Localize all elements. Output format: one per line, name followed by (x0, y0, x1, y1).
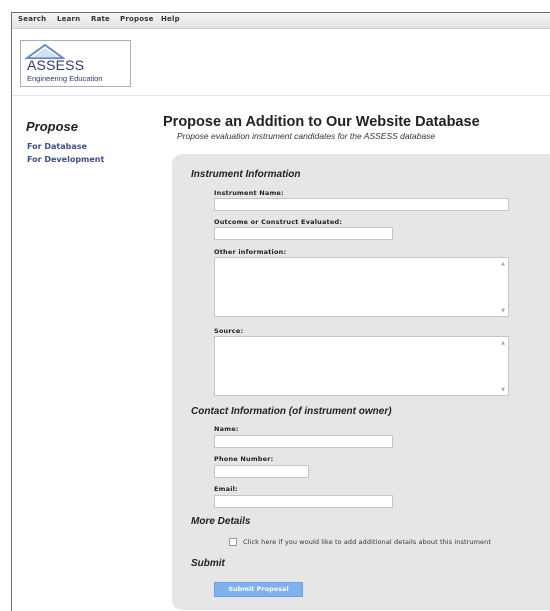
assess-logo[interactable]: ASSESS Engineering Education (20, 40, 131, 87)
source-label: Source: (214, 327, 244, 335)
phone-label: Phone Number: (214, 455, 274, 463)
browser-page: Search Learn Rate Propose Help ASSESS En… (11, 12, 550, 611)
nav-learn[interactable]: Learn (57, 15, 80, 23)
nav-propose[interactable]: Propose (120, 15, 154, 23)
section-more-details: More Details (191, 516, 251, 527)
scroll-down-icon[interactable]: ▼ (501, 387, 505, 393)
nav-search[interactable]: Search (18, 15, 46, 23)
sidebar-link-database[interactable]: For Database (27, 142, 87, 151)
scroll-up-icon[interactable]: ▲ (501, 261, 505, 267)
outcome-input[interactable] (214, 227, 393, 240)
other-info-label: Other information: (214, 248, 287, 256)
page-title: Propose an Addition to Our Website Datab… (163, 114, 480, 130)
proposal-form-panel: Instrument Information Instrument Name: … (172, 154, 550, 610)
name-input[interactable] (214, 435, 393, 448)
email-label: Email: (214, 485, 238, 493)
submit-proposal-button[interactable]: Submit Proposal (214, 582, 303, 597)
logo-title: ASSESS (27, 57, 85, 73)
additional-details-label[interactable]: Click here if you would like to add addi… (243, 538, 491, 546)
phone-input[interactable] (214, 465, 309, 478)
sidebar-title: Propose (26, 119, 79, 134)
top-nav: Search Learn Rate Propose Help (12, 13, 550, 29)
nav-rate[interactable]: Rate (91, 15, 110, 23)
other-info-textarea[interactable]: ▲ ▼ (214, 257, 509, 317)
instrument-name-label: Instrument Name: (214, 189, 284, 197)
section-submit: Submit (191, 558, 225, 569)
additional-details-checkbox[interactable] (229, 538, 237, 546)
scroll-up-icon[interactable]: ▲ (501, 340, 505, 346)
nav-help[interactable]: Help (161, 15, 180, 23)
scroll-down-icon[interactable]: ▼ (501, 308, 505, 314)
email-input[interactable] (214, 495, 393, 508)
section-contact-info: Contact Information (of instrument owner… (191, 406, 392, 417)
section-instrument-info: Instrument Information (191, 169, 301, 180)
source-textarea[interactable]: ▲ ▼ (214, 336, 509, 396)
page-subtitle: Propose evaluation instrument candidates… (177, 131, 436, 141)
outcome-label: Outcome or Construct Evaluated: (214, 218, 343, 226)
instrument-name-input[interactable] (214, 198, 509, 211)
name-label: Name: (214, 425, 239, 433)
logo-subtitle: Engineering Education (27, 74, 103, 83)
header-divider (12, 95, 550, 96)
sidebar-link-development[interactable]: For Development (27, 155, 104, 164)
